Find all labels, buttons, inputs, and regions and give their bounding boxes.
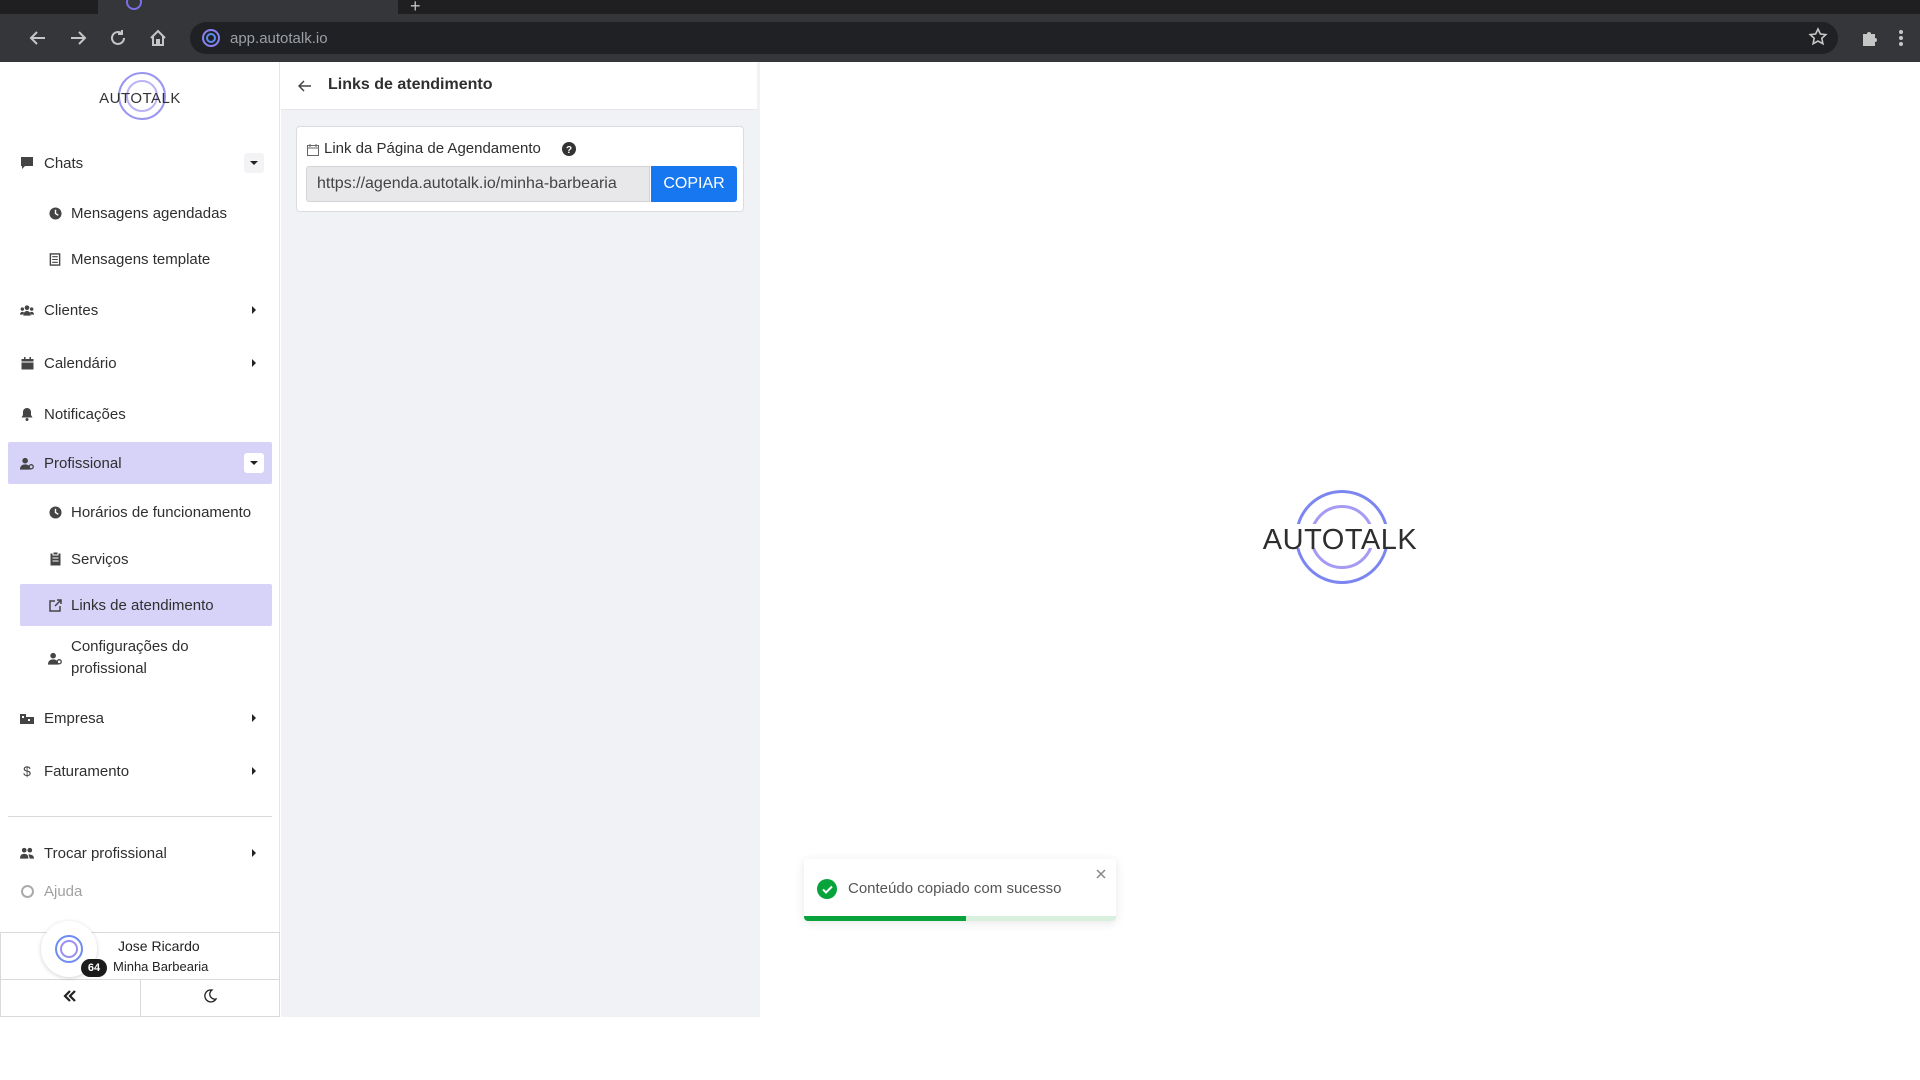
scheduling-link-card: Link da Página de Agendamento ? COPIAR	[296, 126, 744, 212]
sidebar-item-label: Horários de funcionamento	[71, 503, 252, 521]
sidebar-item-links-de-atendimento[interactable]: Links de atendimento	[20, 584, 272, 626]
app-area: AUTOTALK Chats Mensagens agendadas Mensa…	[0, 62, 1920, 1017]
browser-tab-strip: +	[0, 0, 1920, 16]
bookmark-star-icon[interactable]	[1808, 27, 1828, 52]
sidebar-item-calendario[interactable]: Calendário	[8, 342, 272, 384]
sidebar-item-profissional[interactable]: Profissional	[8, 442, 272, 484]
chevron-right-icon[interactable]	[244, 353, 264, 373]
dollar-icon: $	[23, 763, 31, 779]
clock-icon	[48, 206, 62, 220]
users-icon	[20, 303, 34, 317]
sidebar-item-label: Notificações	[44, 405, 126, 423]
svg-text:?: ?	[566, 145, 572, 156]
sidebar-item-label: Serviços	[71, 550, 129, 568]
chevron-right-icon[interactable]	[244, 761, 264, 781]
tab-favicon-icon	[126, 0, 142, 10]
sidebar-item-ajuda[interactable]: Ajuda	[8, 880, 272, 902]
moon-icon	[203, 988, 218, 1008]
sidebar-item-faturamento[interactable]: $ Faturamento	[8, 750, 272, 792]
sidebar-item-label: Trocar profissional	[44, 844, 167, 862]
main-autotalk-logo: AUTOTALK	[1255, 488, 1425, 588]
sidebar-item-configuracoes-do-profissional[interactable]: Configurações do profissional	[20, 630, 272, 686]
sidebar-item-label: Links de atendimento	[71, 596, 214, 614]
sidebar-item-trocar-profissional[interactable]: Trocar profissional	[8, 832, 272, 874]
sidebar-item-servicos[interactable]: Serviços	[20, 538, 272, 580]
links-panel: Links de atendimento Link da Página de A…	[281, 62, 760, 1017]
user-cog-icon	[20, 456, 34, 470]
chevron-down-icon[interactable]	[244, 153, 264, 173]
browser-tab[interactable]	[98, 0, 398, 14]
sidebar-item-mensagens-agendadas[interactable]: Mensagens agendadas	[20, 192, 272, 234]
browser-menu-icon[interactable]	[1890, 22, 1912, 54]
browser-toolbar: app.autotalk.io	[0, 14, 1920, 62]
chevron-right-icon[interactable]	[244, 843, 264, 863]
sidebar-item-label: Clientes	[44, 301, 99, 319]
site-favicon-icon	[202, 29, 220, 47]
address-url[interactable]: app.autotalk.io	[230, 30, 328, 47]
toast-message: Conteúdo copiado com sucesso	[848, 880, 1062, 897]
sidebar: AUTOTALK Chats Mensagens agendadas Mensa…	[0, 62, 280, 1017]
autotalk-logo[interactable]: AUTOTALK	[98, 70, 182, 124]
bell-icon	[20, 407, 34, 421]
success-toast: Conteúdo copiado com sucesso	[804, 859, 1116, 921]
user-cog-icon	[48, 651, 62, 665]
back-arrow-icon[interactable]	[22, 22, 54, 54]
sidebar-item-empresa[interactable]: Empresa	[8, 697, 272, 739]
sidebar-divider	[8, 816, 272, 817]
external-link-icon	[48, 598, 62, 612]
reload-icon[interactable]	[102, 22, 134, 54]
extensions-puzzle-icon[interactable]	[1856, 22, 1884, 54]
chat-icon	[20, 156, 34, 170]
help-circle-icon	[20, 884, 34, 898]
building-icon	[20, 711, 34, 725]
check-circle-icon	[817, 879, 837, 899]
sidebar-item-notificacoes[interactable]: Notificações	[8, 393, 272, 435]
sidebar-item-clientes[interactable]: Clientes	[8, 289, 272, 331]
sidebar-item-chats[interactable]: Chats	[8, 142, 272, 184]
home-icon[interactable]	[142, 22, 174, 54]
sidebar-item-label: Calendário	[44, 354, 117, 372]
sidebar-item-label: Mensagens agendadas	[71, 204, 227, 222]
copy-button[interactable]: COPIAR	[651, 166, 737, 202]
page-title: Links de atendimento	[328, 76, 493, 93]
address-bar[interactable]: app.autotalk.io	[190, 22, 1838, 54]
notification-count-badge: 64	[81, 959, 107, 977]
sidebar-item-mensagens-template[interactable]: Mensagens template	[20, 238, 272, 280]
scheduling-link-field[interactable]	[306, 166, 650, 202]
clock-icon	[48, 505, 62, 519]
sidebar-item-label: Faturamento	[44, 762, 130, 780]
chevron-down-icon[interactable]	[244, 453, 264, 473]
collapse-sidebar-button[interactable]	[1, 980, 140, 1016]
sidebar-bottom-buttons	[0, 980, 280, 1017]
card-label: Link da Página de Agendamento	[324, 140, 541, 157]
user-company: Minha Barbearia	[113, 959, 209, 974]
dark-mode-toggle[interactable]	[139, 980, 280, 1016]
sidebar-item-label: Ajuda	[44, 882, 83, 900]
forward-arrow-icon[interactable]	[62, 22, 94, 54]
calendar-icon	[307, 143, 319, 156]
template-icon	[48, 252, 62, 266]
sidebar-item-label: Mensagens template	[71, 250, 211, 268]
sidebar-item-label: Profissional	[44, 454, 122, 472]
sidebar-item-horarios-de-funcionamento[interactable]: Horários de funcionamento	[20, 491, 272, 533]
back-arrow-icon[interactable]	[295, 76, 315, 96]
clipboard-icon	[48, 552, 62, 566]
chevron-right-icon[interactable]	[244, 708, 264, 728]
chevron-right-icon[interactable]	[244, 300, 264, 320]
sidebar-item-label: Chats	[44, 154, 84, 172]
user-name: Jose Ricardo	[118, 938, 200, 954]
panel-header: Links de atendimento	[281, 62, 757, 110]
sidebar-item-label: Configurações do profissional	[71, 638, 189, 677]
double-chevron-left-icon	[63, 989, 77, 1007]
sidebar-item-label: Empresa	[44, 709, 105, 727]
help-icon[interactable]: ?	[562, 142, 576, 156]
user-card[interactable]: 64 Jose Ricardo Minha Barbearia	[0, 921, 280, 980]
calendar-icon	[20, 356, 34, 370]
users-swap-icon	[20, 846, 34, 860]
toast-progress-bar	[804, 916, 967, 921]
close-icon[interactable]	[1094, 867, 1108, 881]
